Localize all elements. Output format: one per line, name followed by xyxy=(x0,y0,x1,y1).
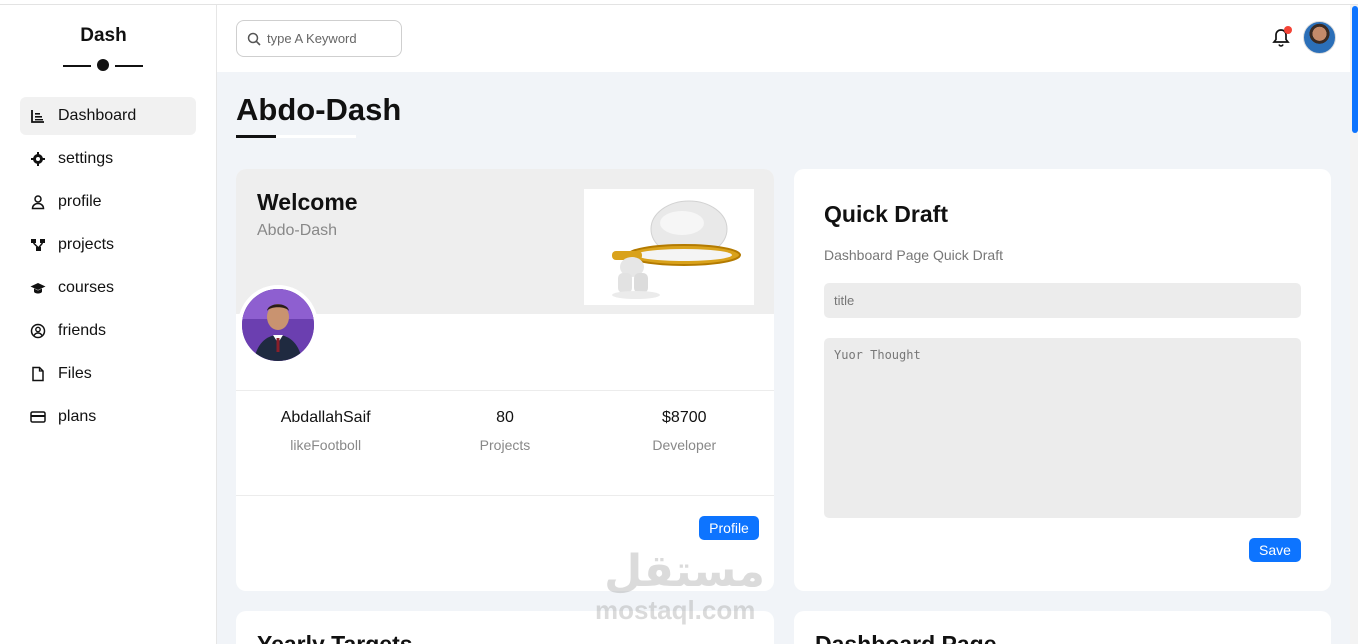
sidebar-item-dashboard[interactable]: Dashboard xyxy=(20,97,196,135)
sidebar-item-profile[interactable]: profile xyxy=(20,183,196,221)
user-circle-icon xyxy=(30,323,46,339)
search-input[interactable] xyxy=(267,31,387,46)
graduation-cap-icon xyxy=(30,280,46,296)
sidebar-item-label: courses xyxy=(58,279,115,296)
page-title: Abdo-Dash xyxy=(236,92,402,127)
title-underline-accent xyxy=(236,135,276,138)
sidebar-item-files[interactable]: Files xyxy=(20,355,196,393)
quick-draft-card: Quick Draft Dashboard Page Quick Draft S… xyxy=(794,169,1331,591)
gear-icon xyxy=(30,151,46,167)
sidebar-item-friends[interactable]: friends xyxy=(20,312,196,350)
top-header xyxy=(217,5,1350,72)
stat-label: likeFootboll xyxy=(290,437,362,453)
card-divider xyxy=(236,495,774,496)
sidebar-item-settings[interactable]: settings xyxy=(20,140,196,178)
stat-earnings: $8700 Developer xyxy=(595,409,774,453)
file-icon xyxy=(30,366,46,382)
yearly-targets-title: Yearly Targets xyxy=(257,631,413,644)
sidebar-item-label: friends xyxy=(58,322,107,339)
brand-divider-left xyxy=(63,65,91,67)
sidebar-item-label: projects xyxy=(58,236,115,253)
quick-draft-title: Quick Draft xyxy=(824,201,948,227)
welcome-header: Welcome Abdo-Dash xyxy=(236,169,774,314)
draft-thought-textarea[interactable] xyxy=(824,338,1301,518)
user-icon xyxy=(30,194,46,210)
page-scrollbar-thumb[interactable] xyxy=(1352,6,1358,133)
quick-draft-subtitle: Dashboard Page Quick Draft xyxy=(824,247,1003,263)
yearly-targets-card: Yearly Targets xyxy=(236,611,774,644)
save-button[interactable]: Save xyxy=(1249,538,1301,562)
profile-button[interactable]: Profile xyxy=(699,516,759,540)
diagram-icon xyxy=(30,237,46,253)
brand-divider-dot xyxy=(97,59,109,71)
search-box[interactable] xyxy=(236,20,402,57)
sidebar-item-projects[interactable]: projects xyxy=(20,226,196,264)
stat-name: AbdallahSaif likeFootboll xyxy=(236,409,415,453)
stat-projects: 80 Projects xyxy=(415,409,594,453)
draft-title-input[interactable] xyxy=(824,283,1301,318)
stat-label: Projects xyxy=(479,437,531,453)
welcome-title: Welcome xyxy=(257,189,358,215)
welcome-subtitle: Abdo-Dash xyxy=(257,222,338,239)
user-avatar[interactable] xyxy=(1303,21,1336,54)
brand-divider-right xyxy=(115,65,143,67)
notification-dot xyxy=(1284,26,1292,34)
sidebar: Dash Dashboard settings profile projects… xyxy=(0,5,217,644)
card-divider xyxy=(236,390,774,391)
dashboard-page-title: Dashboard Page xyxy=(815,631,997,644)
sidebar-item-courses[interactable]: courses xyxy=(20,269,196,307)
profile-stats: AbdallahSaif likeFootboll 80 Projects $8… xyxy=(236,409,774,453)
welcome-illustration xyxy=(584,189,754,305)
welcome-card: Welcome Abdo-Dash AbdallahSaif likeFootb… xyxy=(236,169,774,591)
sidebar-item-label: Files xyxy=(58,365,92,382)
sidebar-item-label: profile xyxy=(58,193,102,210)
stat-label: Developer xyxy=(652,437,717,453)
stat-value: 80 xyxy=(496,409,514,426)
sidebar-item-label: Dashboard xyxy=(58,107,137,124)
sidebar-item-label: plans xyxy=(58,408,97,425)
profile-avatar xyxy=(238,285,318,365)
sidebar-item-label: settings xyxy=(58,150,114,167)
sidebar-nav: Dashboard settings profile projects cour… xyxy=(20,97,196,441)
search-icon xyxy=(247,32,261,46)
credit-card-icon xyxy=(30,409,46,425)
stat-value: $8700 xyxy=(662,409,707,426)
stat-value: AbdallahSaif xyxy=(280,409,371,426)
brand-title: Dash xyxy=(80,25,127,46)
chart-icon xyxy=(30,108,46,124)
sidebar-item-plans[interactable]: plans xyxy=(20,398,196,436)
dashboard-page-card: Dashboard Page xyxy=(794,611,1331,644)
